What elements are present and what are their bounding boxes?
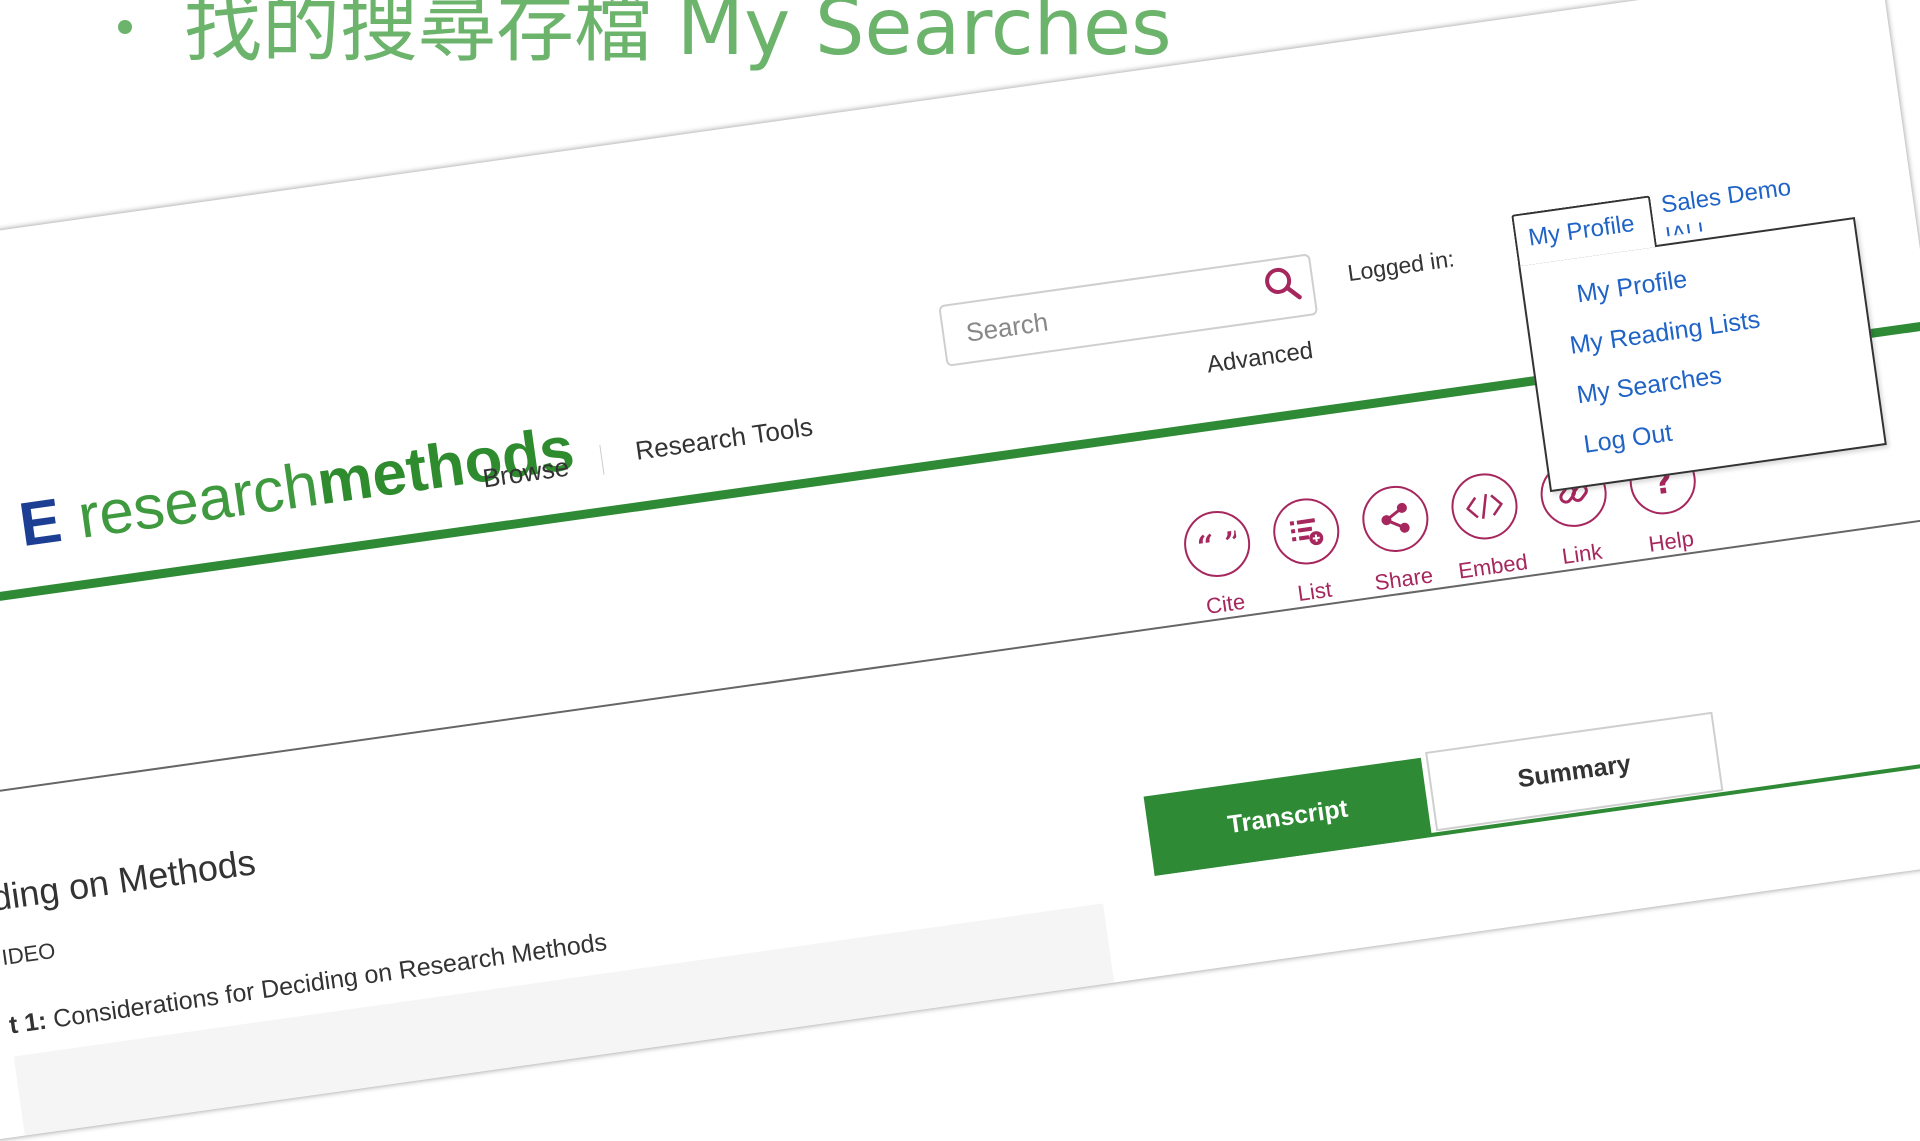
menu-my-reading-lists[interactable]: My Reading Lists (1568, 305, 1762, 360)
menu-my-profile[interactable]: My Profile (1575, 265, 1689, 309)
list-add-icon (1289, 518, 1324, 546)
media-type-label: IDEO (0, 937, 57, 971)
bullet-icon (118, 19, 132, 34)
list-button[interactable] (1268, 494, 1344, 569)
logged-in-label: Logged in: (1345, 245, 1456, 287)
org-name[interactable]: Sales Demo (1659, 174, 1792, 220)
org-sub: IALL (1663, 216, 1711, 237)
share-icon (1381, 502, 1410, 533)
svg-text:“ ”: “ ” (1196, 528, 1239, 559)
embed-button[interactable] (1447, 469, 1522, 544)
cite-button[interactable]: “ ” (1179, 506, 1255, 582)
quote-icon: “ ” (1196, 528, 1239, 559)
advanced-search-link[interactable]: Advanced (1205, 337, 1315, 380)
page-heading: ding on Methods (0, 841, 258, 919)
screenshot-card: Eresearchmethods Browse Research Tools S… (0, 0, 1920, 1141)
slide-title: 找的搜尋存檔 My Searches (118, 0, 1172, 76)
tab-transcript[interactable]: Transcript (1143, 757, 1432, 876)
share-button[interactable] (1358, 481, 1433, 557)
search-icon[interactable] (1261, 263, 1304, 306)
menu-log-out[interactable]: Log Out (1582, 419, 1674, 460)
code-icon (1465, 493, 1503, 519)
nav-divider (599, 444, 605, 475)
nav-research-tools[interactable]: Research Tools (633, 411, 814, 467)
menu-my-searches[interactable]: My Searches (1575, 361, 1724, 410)
